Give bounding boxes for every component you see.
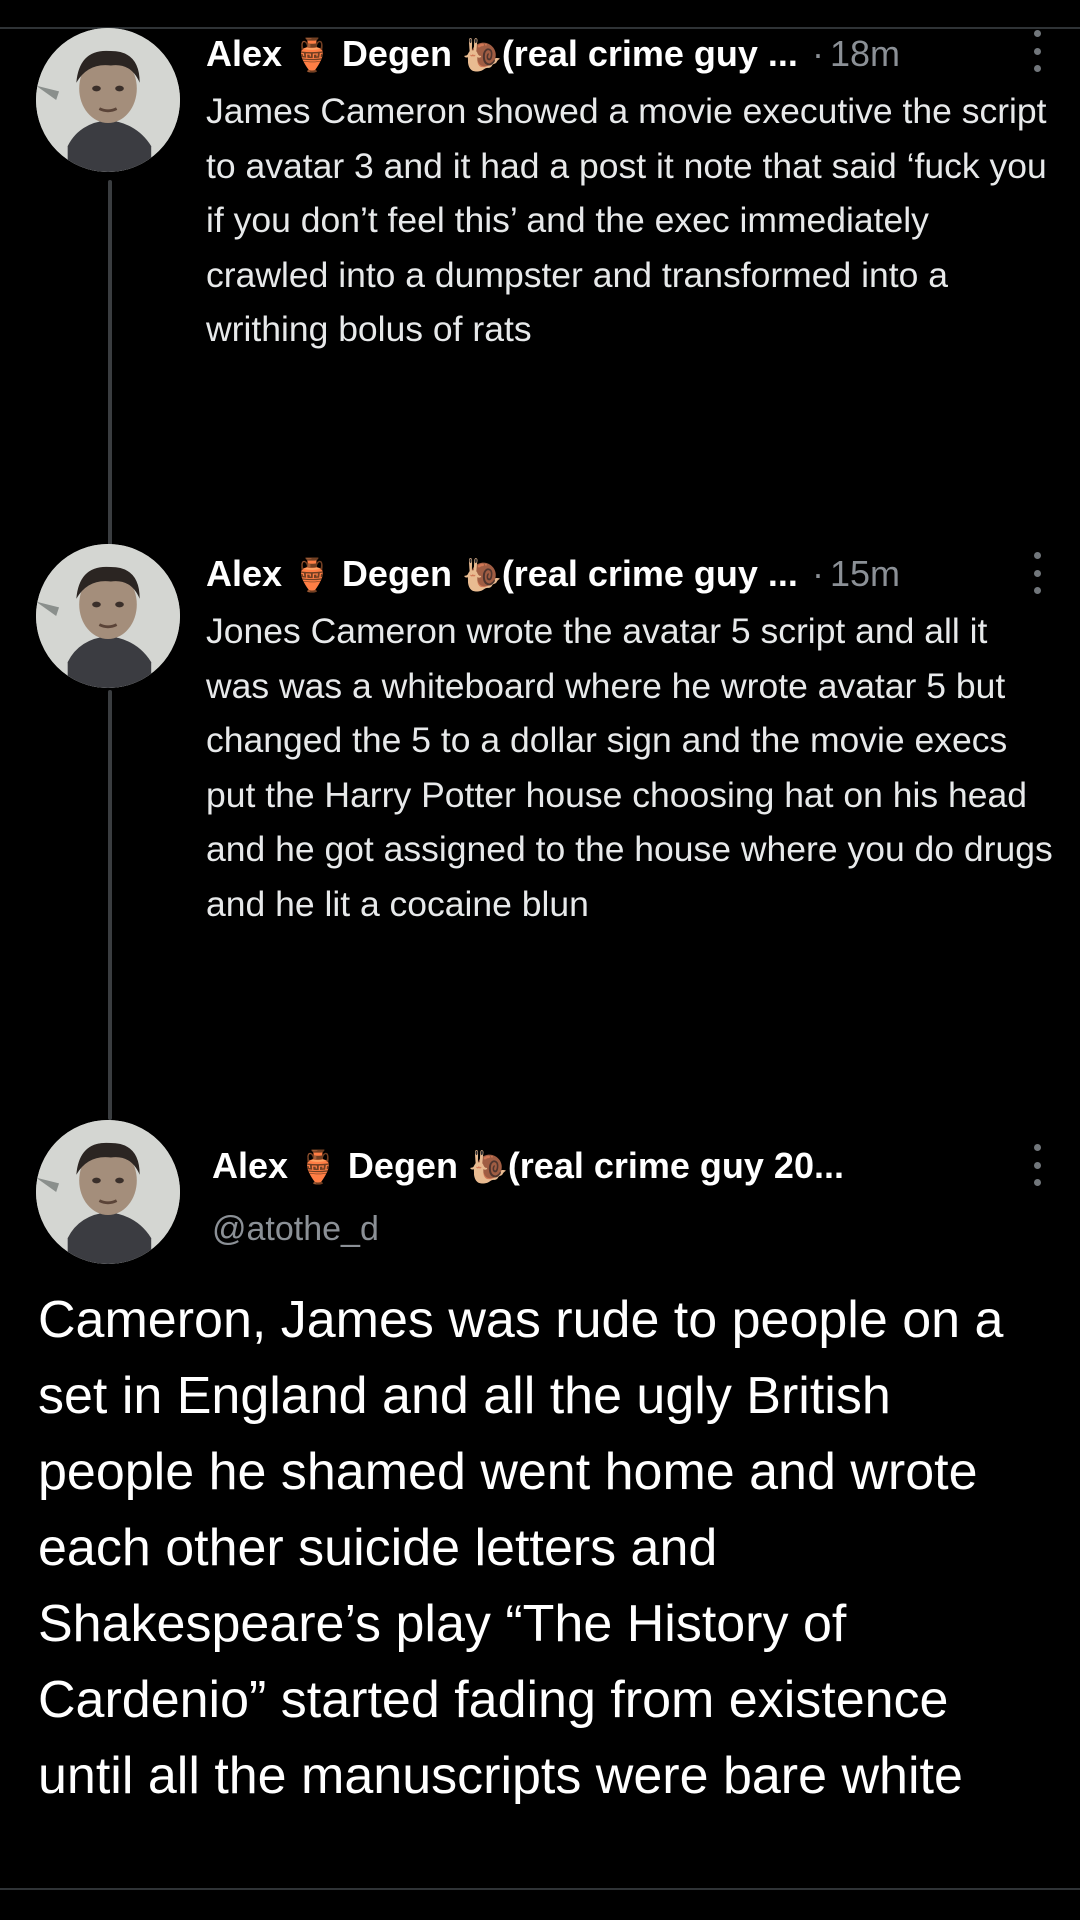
author-first-name: Alex (206, 33, 283, 74)
more-vertical-icon[interactable] (1032, 30, 1042, 72)
avatar[interactable] (36, 1120, 180, 1264)
tweet-text: Jones Cameron wrote the avatar 5 script … (206, 611, 1053, 924)
vase-emoji-icon: 🏺 (298, 1148, 338, 1186)
author-last-name: Degen (347, 1145, 458, 1186)
header-separator: · (811, 553, 824, 594)
snail-emoji-icon: 🐌 (461, 556, 502, 594)
bottom-divider (0, 1888, 1080, 1890)
author-display-name[interactable]: Alex 🏺 Degen 🐌(real crime guy 20... (212, 1145, 844, 1187)
snail-emoji-icon: 🐌 (461, 36, 502, 74)
timestamp[interactable]: 15m (830, 553, 900, 595)
author-first-name: Alex (206, 553, 283, 594)
vase-emoji-icon: 🏺 (292, 556, 332, 594)
avatar[interactable] (36, 28, 180, 172)
author-last-name: Degen (341, 553, 452, 594)
author-handle[interactable]: @atothe_d (212, 1210, 379, 1249)
avatar-portrait (36, 1120, 180, 1264)
timestamp[interactable]: 18m (830, 33, 900, 75)
tweet-header: Alex 🏺 Degen 🐌(real crime guy 20... (212, 1142, 1060, 1190)
main-tweet: Alex 🏺 Degen 🐌(real crime guy 20... @ato… (0, 1110, 1080, 1888)
avatar-portrait (36, 544, 180, 688)
avatar[interactable] (36, 544, 180, 688)
author-last-name: Degen (341, 33, 452, 74)
more-vertical-icon[interactable] (1032, 1144, 1042, 1186)
main-tweet-text: Cameron, James was rude to people on a s… (38, 1291, 1004, 1805)
author-name-suffix: (real crime guy 20... (507, 1145, 844, 1186)
thread-tweet[interactable]: Alex 🏺 Degen 🐌(real crime guy ... · 15m … (0, 540, 1080, 1110)
author-first-name: Alex (212, 1145, 289, 1186)
avatar-portrait (36, 28, 180, 172)
author-display-name[interactable]: Alex 🏺 Degen 🐌(real crime guy ... (206, 33, 798, 75)
author-display-name[interactable]: Alex 🏺 Degen 🐌(real crime guy ... (206, 553, 798, 595)
tweet-header: Alex 🏺 Degen 🐌(real crime guy ... · 18m (206, 30, 1060, 78)
more-vertical-icon[interactable] (1032, 552, 1042, 594)
author-name-suffix: (real crime guy ... (501, 33, 798, 74)
author-name-suffix: (real crime guy ... (501, 553, 798, 594)
tweet-header: Alex 🏺 Degen 🐌(real crime guy ... · 15m (206, 550, 1060, 598)
tweet-text: James Cameron showed a movie executive t… (206, 91, 1047, 349)
header-separator: · (811, 33, 824, 74)
thread-tweet[interactable]: Alex 🏺 Degen 🐌(real crime guy ... · 18m … (0, 0, 1080, 540)
vase-emoji-icon: 🏺 (292, 36, 332, 74)
snail-emoji-icon: 🐌 (467, 1148, 508, 1186)
